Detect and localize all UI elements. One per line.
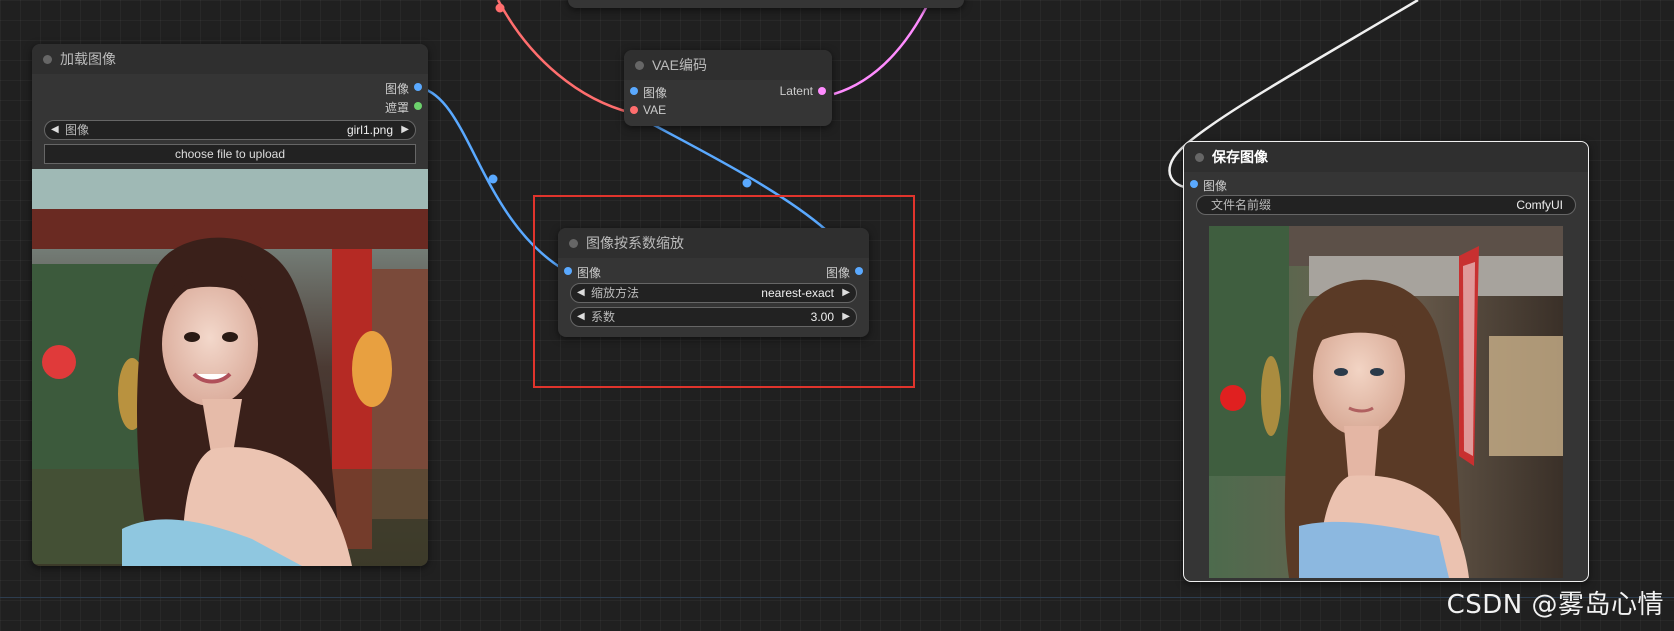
load-image-node[interactable]: 加载图像 图像 遮罩 ◀ 图像 girl1.png ▶ choose file … [32, 44, 428, 566]
vae-encode-title-text: VAE编码 [652, 57, 707, 73]
collapse-dot-icon[interactable] [43, 55, 52, 64]
filename-prefix-label: 文件名前缀 [1211, 198, 1272, 212]
vae-encode-row-1: 图像 Latent [624, 82, 832, 101]
output-image-label: 图像 [384, 82, 409, 96]
output-mask-row: 遮罩 [32, 97, 428, 116]
input-image-slot-icon[interactable] [564, 267, 572, 275]
scale-image-title[interactable]: 图像按系数缩放 [558, 228, 869, 258]
output-latent-slot-icon[interactable] [818, 87, 826, 95]
filename-prefix-value: ComfyUI [1516, 198, 1563, 212]
image-widget-label: 图像 [65, 123, 90, 137]
output-image-slot-icon[interactable] [414, 83, 422, 91]
input-image-label: 图像 [1203, 179, 1228, 193]
output-mask-label: 遮罩 [384, 101, 409, 115]
scale-image-title-text: 图像按系数缩放 [586, 235, 684, 251]
photo-illustration [1209, 226, 1563, 578]
save-image-node[interactable]: 保存图像 图像 文件名前缀 ComfyUI [1183, 141, 1589, 582]
offscreen-node-bottom-edge[interactable] [568, 0, 964, 8]
increment-arrow-icon[interactable]: ▶ [842, 308, 850, 326]
input-image-slot-icon[interactable] [630, 87, 638, 95]
vae-encode-node[interactable]: VAE编码 图像 Latent VAE [624, 50, 832, 126]
prev-arrow-icon[interactable]: ◀ [577, 284, 585, 302]
input-vae-slot-icon[interactable] [630, 106, 638, 114]
link-image-midpoint [488, 174, 498, 184]
scale-io-row: 图像 图像 [558, 262, 869, 281]
scale-factor-value: 3.00 [810, 310, 834, 324]
vae-encode-row-2: VAE [624, 101, 832, 120]
upscale-method-value: nearest-exact [761, 286, 834, 300]
output-image-slot-icon[interactable] [855, 267, 863, 275]
photo-illustration [32, 169, 428, 566]
image-widget-value: girl1.png [346, 123, 393, 137]
image-combo-widget[interactable]: ◀ 图像 girl1.png ▶ [44, 120, 416, 140]
upload-button[interactable]: choose file to upload [44, 144, 416, 164]
watermark-text: CSDN @雾岛心情 [1446, 590, 1664, 620]
output-image-label: 图像 [825, 266, 850, 280]
collapse-dot-icon[interactable] [635, 61, 644, 70]
save-image-title-text: 保存图像 [1212, 149, 1268, 165]
link-latent-pink [833, 0, 932, 96]
output-photo-girl [1209, 226, 1563, 578]
save-input-row: 图像 [1184, 175, 1588, 194]
vae-encode-title[interactable]: VAE编码 [624, 50, 832, 80]
upscale-method-widget[interactable]: ◀ 缩放方法 nearest-exact ▶ [570, 283, 857, 303]
input-vae-label: VAE [643, 103, 667, 117]
input-image-label: 图像 [577, 266, 602, 280]
decrement-arrow-icon[interactable]: ◀ [577, 308, 585, 326]
link-vae-red [496, 0, 633, 115]
output-mask-slot-icon[interactable] [414, 102, 422, 110]
prev-arrow-icon[interactable]: ◀ [51, 121, 59, 139]
scale-factor-label: 系数 [591, 310, 616, 324]
save-image-title[interactable]: 保存图像 [1184, 142, 1588, 172]
link-vae-midpoint [495, 3, 505, 13]
preview-photo-girl [32, 169, 428, 566]
output-latent-label: Latent [779, 84, 813, 98]
load-image-title-text: 加载图像 [60, 51, 116, 67]
input-image-slot-icon[interactable] [1190, 180, 1198, 188]
filename-prefix-widget[interactable]: 文件名前缀 ComfyUI [1196, 195, 1576, 215]
link-encode-midpoint [742, 178, 752, 188]
collapse-dot-icon[interactable] [1195, 153, 1204, 162]
next-arrow-icon[interactable]: ▶ [842, 284, 850, 302]
next-arrow-icon[interactable]: ▶ [401, 121, 409, 139]
scale-image-node[interactable]: 图像按系数缩放 图像 图像 ◀ 缩放方法 nearest-exact ▶ ◀ 系… [558, 228, 869, 337]
input-image-label: 图像 [643, 86, 668, 100]
upscale-method-label: 缩放方法 [591, 286, 640, 300]
scale-factor-widget[interactable]: ◀ 系数 3.00 ▶ [570, 307, 857, 327]
bottom-divider [0, 597, 1674, 598]
load-image-title[interactable]: 加载图像 [32, 44, 428, 74]
output-image-row: 图像 [32, 78, 428, 97]
collapse-dot-icon[interactable] [569, 239, 578, 248]
